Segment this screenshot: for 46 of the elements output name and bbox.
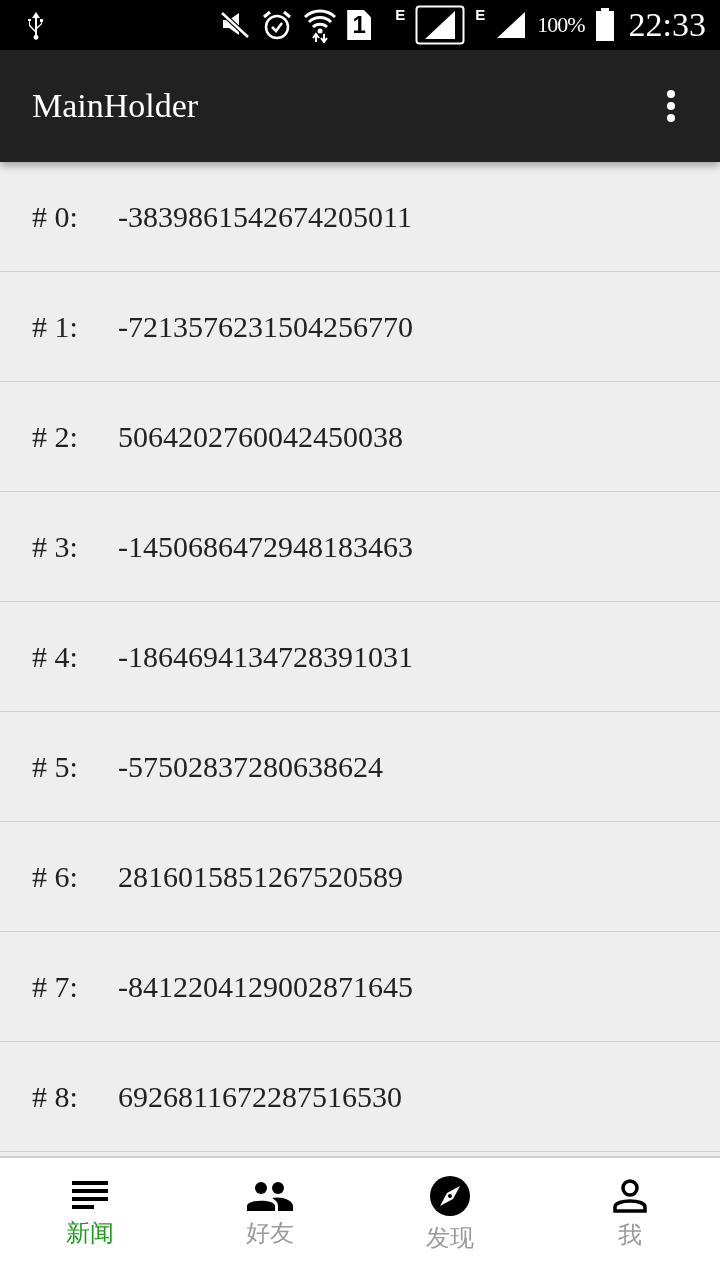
item-index: # 0: bbox=[32, 199, 79, 234]
item-index: # 1: bbox=[32, 309, 79, 344]
item-index: # 2: bbox=[32, 419, 79, 454]
item-value: -7213576231504256770 bbox=[118, 309, 413, 344]
item-value: -1450686472948183463 bbox=[118, 529, 413, 564]
list-item[interactable]: # 0: -3839861542674205011 bbox=[0, 162, 720, 272]
network-type: E bbox=[395, 6, 406, 23]
compass-icon bbox=[430, 1176, 470, 1216]
item-value: 6926811672287516530 bbox=[118, 1079, 402, 1114]
item-index: # 3: bbox=[32, 529, 79, 564]
item-value: -8412204129002871645 bbox=[118, 969, 413, 1004]
nav-tab[interactable]: 新闻 bbox=[0, 1158, 180, 1280]
item-index: # 6: bbox=[32, 859, 79, 894]
list-item[interactable]: # 2: 5064202760042450038 bbox=[0, 382, 720, 492]
news-icon bbox=[72, 1181, 108, 1211]
list-item[interactable]: # 8: 6926811672287516530 bbox=[0, 1042, 720, 1152]
more-options-icon[interactable] bbox=[666, 89, 676, 123]
item-value: 5064202760042450038 bbox=[118, 419, 403, 454]
list-item[interactable]: # 1: -7213576231504256770 bbox=[0, 272, 720, 382]
item-value: -3839861542674205011 bbox=[118, 199, 412, 234]
mute-icon bbox=[219, 10, 252, 40]
list-item[interactable]: # 7: -8412204129002871645 bbox=[0, 932, 720, 1042]
item-index: # 7: bbox=[32, 969, 79, 1004]
list-item[interactable]: # 4: -1864694134728391031 bbox=[0, 602, 720, 712]
people-icon bbox=[247, 1181, 293, 1211]
usb-icon bbox=[26, 10, 46, 40]
wifi-icon bbox=[303, 7, 338, 43]
list-item[interactable]: # 3: -1450686472948183463 bbox=[0, 492, 720, 602]
battery-icon bbox=[594, 8, 615, 42]
network-type: E bbox=[475, 6, 486, 23]
app-title: MainHolder bbox=[32, 87, 199, 125]
item-index: # 5: bbox=[32, 749, 79, 784]
list-item[interactable]: # 6: 2816015851267520589 bbox=[0, 822, 720, 932]
clock: 22:33 bbox=[628, 6, 706, 44]
item-value: -1864694134728391031 bbox=[118, 639, 413, 674]
person-icon bbox=[613, 1179, 647, 1213]
sim-icon: 1 bbox=[347, 10, 372, 40]
item-value: 2816015851267520589 bbox=[118, 859, 403, 894]
battery-level: 100% bbox=[537, 12, 585, 38]
signal-icon bbox=[415, 5, 466, 45]
signal-icon bbox=[495, 10, 528, 40]
item-value: -57502837280638624 bbox=[118, 749, 383, 784]
item-index: # 4: bbox=[32, 639, 79, 674]
item-index: # 8: bbox=[32, 1079, 79, 1114]
list-item[interactable]: # 5: -57502837280638624 bbox=[0, 712, 720, 822]
alarm-icon bbox=[261, 9, 294, 41]
